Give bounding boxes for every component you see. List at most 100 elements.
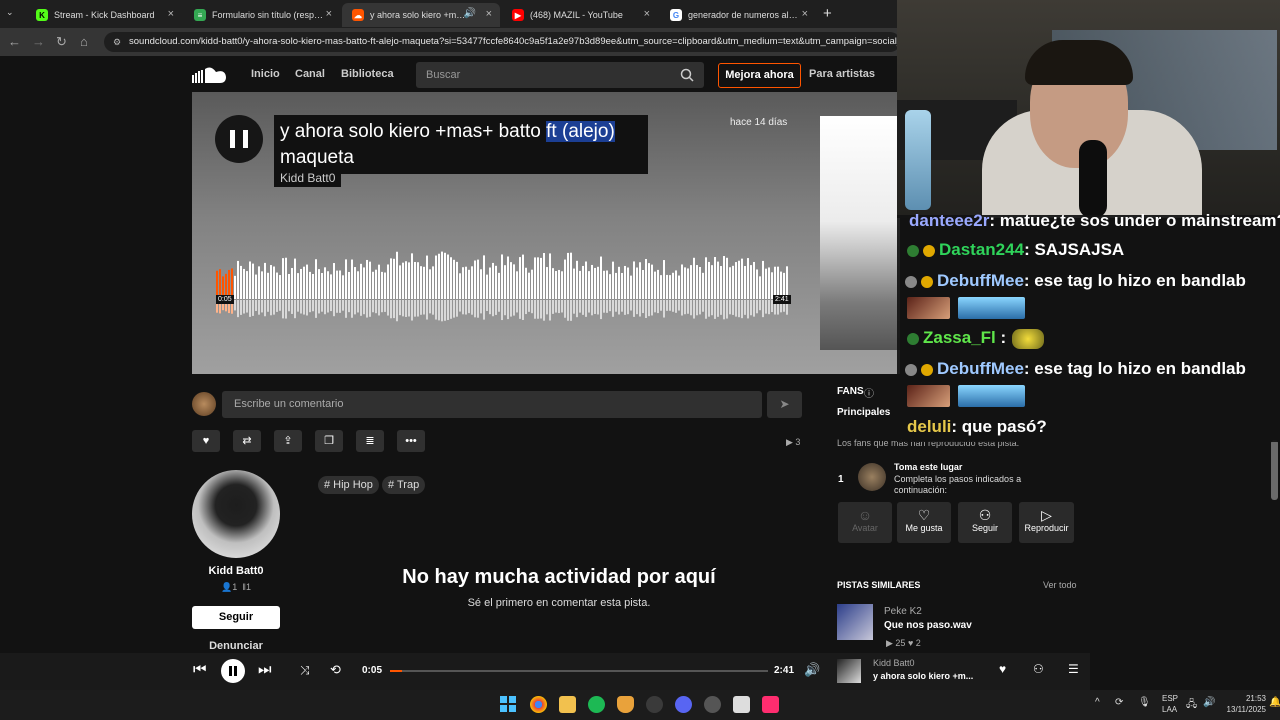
obs-icon[interactable] — [704, 696, 721, 713]
next-icon[interactable]: ⏭ — [258, 661, 272, 678]
nav-canal[interactable]: Canal — [295, 68, 325, 80]
waveform-reflection — [612, 300, 614, 317]
waveform-bar — [276, 272, 278, 299]
new-tab-button[interactable]: + — [823, 5, 832, 22]
copy-link-button[interactable]: ❐ — [315, 430, 343, 452]
tab-google[interactable]: G generador de numeros aleatorios × — [660, 3, 816, 27]
artist-name[interactable]: Kidd Batt0 — [192, 565, 280, 577]
player-artwork[interactable] — [837, 659, 861, 683]
similar-track-title[interactable]: Que nos paso.wav — [884, 620, 972, 631]
report-link[interactable]: Denunciar — [192, 640, 280, 652]
waveform[interactable] — [216, 249, 790, 329]
waveform-bar — [321, 273, 323, 299]
file-explorer-icon[interactable] — [559, 696, 576, 713]
comment-input[interactable]: Escribe un comentario — [222, 391, 762, 418]
similar-track-artwork[interactable] — [837, 604, 873, 640]
repeat-icon[interactable]: ⟲ — [330, 662, 341, 678]
close-icon[interactable]: × — [486, 8, 492, 20]
page-scrollbar[interactable] — [1271, 440, 1278, 500]
reload-icon[interactable]: ↻ — [56, 34, 67, 50]
more-button[interactable]: ••• — [397, 430, 425, 452]
like-button[interactable]: ♥ — [192, 430, 220, 452]
search-icon[interactable] — [680, 68, 694, 82]
queue-icon[interactable]: ☰ — [1068, 662, 1079, 676]
similar-track-artist[interactable]: Peke K2 — [884, 606, 922, 617]
clock-date[interactable]: 13/11/2025 — [1218, 705, 1266, 714]
site-info-icon[interactable]: ⚙ — [113, 32, 121, 52]
nav-inicio[interactable]: Inicio — [251, 68, 280, 80]
forward-icon[interactable]: → — [32, 34, 45, 49]
clock-time[interactable]: 21:53 — [1218, 694, 1266, 703]
tray-chevron-icon[interactable]: ^ — [1095, 697, 1100, 708]
waveform-bar — [507, 256, 509, 299]
tray-app-icon[interactable]: ⟳ — [1115, 697, 1123, 708]
region-code[interactable]: LAA — [1162, 705, 1177, 714]
shuffle-icon[interactable]: ⤨ — [300, 663, 310, 678]
waveform-reflection — [237, 300, 239, 318]
app-icon[interactable] — [646, 696, 663, 713]
soundcloud-logo-icon[interactable] — [192, 66, 228, 84]
add-to-playlist-button[interactable]: ≣ — [356, 430, 384, 452]
home-icon[interactable]: ⌂ — [80, 34, 88, 49]
tag-hip-hop[interactable]: # Hip Hop — [318, 476, 379, 494]
player-artist[interactable]: Kidd Batt0 — [873, 658, 915, 668]
info-icon[interactable]: ⓘ — [864, 385, 874, 400]
follow-button[interactable]: Seguir — [192, 606, 280, 629]
repost-button[interactable]: ⇄ — [233, 430, 261, 452]
network-icon[interactable]: 🖧 — [1186, 697, 1197, 714]
back-icon[interactable]: ← — [8, 34, 21, 49]
discord-icon[interactable] — [675, 696, 692, 713]
tab-list-icon[interactable]: ⌄ — [6, 7, 14, 18]
waveform-bar — [651, 264, 653, 299]
close-icon[interactable]: × — [168, 8, 174, 20]
send-comment-button[interactable]: ➤ — [767, 391, 802, 418]
upgrade-button[interactable]: Mejora ahora — [718, 63, 801, 88]
waveform-reflection — [693, 300, 695, 319]
close-icon[interactable]: × — [644, 8, 650, 20]
for-artists-link[interactable]: Para artistas — [809, 68, 875, 80]
waveform-reflection — [765, 300, 767, 314]
speaker-icon[interactable]: 🔊 — [464, 8, 476, 19]
fans-tab-principales[interactable]: Principales — [837, 407, 890, 418]
step-like-button[interactable]: ♡ Me gusta — [897, 502, 951, 543]
tab-youtube[interactable]: ▶ (468) MAZIL - YouTube × — [502, 3, 658, 27]
notifications-icon[interactable]: 🔔 — [1269, 697, 1280, 708]
tab-forms[interactable]: ≡ Formulario sin título (respuestas) × — [184, 3, 340, 27]
search-input[interactable]: Buscar — [416, 62, 704, 88]
waveform-reflection — [351, 300, 353, 318]
progress-bar[interactable] — [390, 670, 768, 672]
waveform-reflection — [432, 300, 434, 315]
language-code[interactable]: ESP — [1162, 694, 1178, 703]
nav-biblioteca[interactable]: Biblioteca — [341, 68, 394, 80]
microphone-icon[interactable]: 🎙 — [1138, 697, 1151, 708]
url-field[interactable]: ⚙ soundcloud.com/kidd-batt0/y-ahora-solo… — [104, 32, 900, 52]
play-pause-button[interactable] — [215, 115, 263, 163]
close-icon[interactable]: × — [326, 8, 332, 20]
shield-icon[interactable] — [617, 696, 634, 713]
windows-start-icon[interactable] — [500, 696, 516, 712]
spotify-icon[interactable] — [588, 696, 605, 713]
player-pause-button[interactable] — [221, 659, 245, 683]
tag-trap[interactable]: # Trap — [382, 476, 426, 494]
track-artist[interactable]: Kidd Batt0 — [274, 169, 342, 187]
player-follow-icon[interactable]: ⚇ — [1033, 662, 1044, 676]
capcut-icon[interactable] — [733, 696, 750, 713]
player-title[interactable]: y ahora solo kiero +m... — [873, 671, 973, 681]
volume-icon[interactable]: 🔊 — [804, 662, 820, 678]
tiktok-icon[interactable] — [762, 696, 779, 713]
waveform-reflection — [480, 300, 482, 314]
tab-kick[interactable]: K Stream - Kick Dashboard × — [26, 3, 182, 27]
step-follow-button[interactable]: ⚇ Seguir — [958, 502, 1012, 543]
player-like-icon[interactable]: ♥ — [999, 662, 1006, 676]
step-play-button[interactable]: ▷ Reproducir — [1019, 502, 1074, 543]
see-all-link[interactable]: Ver todo — [1043, 580, 1077, 590]
more-icon: ••• — [405, 435, 417, 447]
artist-avatar[interactable] — [192, 470, 280, 558]
share-button[interactable]: ⇪ — [274, 430, 302, 452]
tab-soundcloud[interactable]: ☁ y ahora solo kiero +mas+ batto 🔊 × — [342, 3, 500, 27]
tab-title: y ahora solo kiero +mas+ batto — [370, 10, 470, 20]
previous-icon[interactable]: ⏮ — [193, 661, 207, 678]
chrome-icon[interactable] — [530, 696, 547, 713]
volume-tray-icon[interactable]: 🔊 — [1203, 697, 1215, 708]
close-icon[interactable]: × — [802, 8, 808, 20]
